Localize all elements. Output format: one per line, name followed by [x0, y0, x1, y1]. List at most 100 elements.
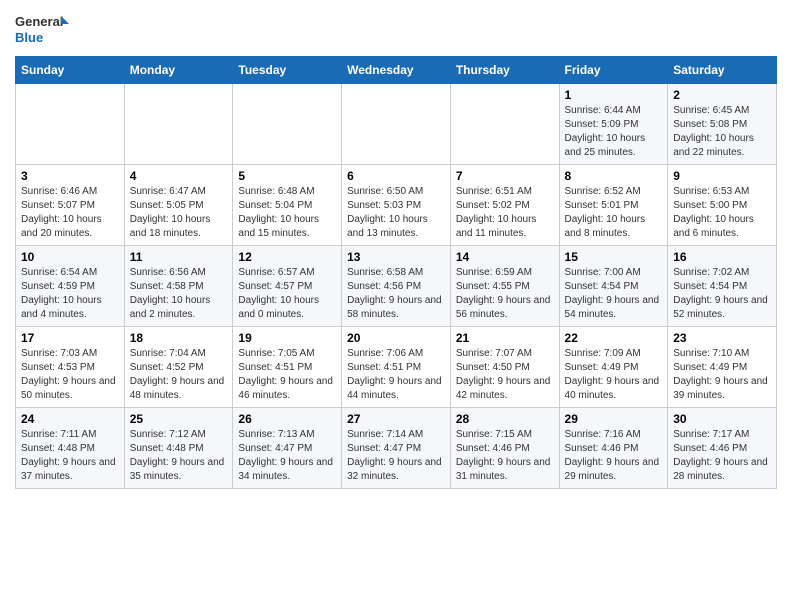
day-info: Sunrise: 6:46 AM Sunset: 5:07 PM Dayligh… — [21, 185, 119, 241]
day-info: Sunrise: 7:05 AM Sunset: 4:51 PM Dayligh… — [238, 347, 336, 403]
day-info: Sunrise: 7:10 AM Sunset: 4:49 PM Dayligh… — [673, 347, 771, 403]
svg-text:Blue: Blue — [15, 30, 43, 45]
calendar-cell — [233, 84, 342, 165]
day-info: Sunrise: 7:02 AM Sunset: 4:54 PM Dayligh… — [673, 266, 771, 322]
calendar-cell: 23 Sunrise: 7:10 AM Sunset: 4:49 PM Dayli… — [668, 327, 777, 408]
day-number: 21 — [456, 331, 554, 345]
calendar-cell: 20Sunrise: 7:06 AM Sunset: 4:51 PM Dayli… — [342, 327, 451, 408]
day-info: Sunrise: 7:11 AM Sunset: 4:48 PM Dayligh… — [21, 428, 119, 484]
day-info: Sunrise: 6:50 AM Sunset: 5:03 PM Dayligh… — [347, 185, 445, 241]
col-header-monday: Monday — [124, 57, 233, 84]
day-info: Sunrise: 6:45 AM Sunset: 5:08 PM Dayligh… — [673, 104, 771, 160]
calendar-cell: 14Sunrise: 6:59 AM Sunset: 4:55 PM Dayli… — [450, 246, 559, 327]
logo-svg: General Blue — [15, 10, 70, 48]
calendar-cell: 4 Sunrise: 6:47 AM Sunset: 5:05 PM Daylig… — [124, 165, 233, 246]
day-number: 30 — [673, 412, 771, 426]
calendar-cell: 1 Sunrise: 6:44 AM Sunset: 5:09 PM Daylig… — [559, 84, 668, 165]
day-info: Sunrise: 6:47 AM Sunset: 5:05 PM Dayligh… — [130, 185, 228, 241]
svg-text:General: General — [15, 14, 63, 29]
day-info: Sunrise: 7:00 AM Sunset: 4:54 PM Dayligh… — [565, 266, 663, 322]
day-number: 11 — [130, 250, 228, 264]
day-number: 27 — [347, 412, 445, 426]
day-number: 7 — [456, 169, 554, 183]
day-number: 23 — [673, 331, 771, 345]
col-header-wednesday: Wednesday — [342, 57, 451, 84]
calendar-cell: 5 Sunrise: 6:48 AM Sunset: 5:04 PM Daylig… — [233, 165, 342, 246]
logo: General Blue — [15, 10, 70, 48]
calendar-cell: 2Sunrise: 6:45 AM Sunset: 5:08 PM Daylig… — [668, 84, 777, 165]
calendar-cell: 6 Sunrise: 6:50 AM Sunset: 5:03 PM Daylig… — [342, 165, 451, 246]
calendar-cell: 25 Sunrise: 7:12 AM Sunset: 4:48 PM Dayli… — [124, 408, 233, 489]
day-number: 14 — [456, 250, 554, 264]
week-row-4: 17 Sunrise: 7:03 AM Sunset: 4:53 PM Dayli… — [16, 327, 777, 408]
calendar-cell — [450, 84, 559, 165]
col-header-tuesday: Tuesday — [233, 57, 342, 84]
calendar-cell: 15 Sunrise: 7:00 AM Sunset: 4:54 PM Dayli… — [559, 246, 668, 327]
col-header-sunday: Sunday — [16, 57, 125, 84]
calendar-cell: 28 Sunrise: 7:15 AM Sunset: 4:46 PM Dayli… — [450, 408, 559, 489]
calendar-cell: 10Sunrise: 6:54 AM Sunset: 4:59 PM Dayli… — [16, 246, 125, 327]
day-info: Sunrise: 7:15 AM Sunset: 4:46 PM Dayligh… — [456, 428, 554, 484]
calendar-cell: 13Sunrise: 6:58 AM Sunset: 4:56 PM Dayli… — [342, 246, 451, 327]
day-info: Sunrise: 6:56 AM Sunset: 4:58 PM Dayligh… — [130, 266, 228, 322]
calendar-cell: 11 Sunrise: 6:56 AM Sunset: 4:58 PM Dayli… — [124, 246, 233, 327]
day-number: 12 — [238, 250, 336, 264]
day-info: Sunrise: 6:54 AM Sunset: 4:59 PM Dayligh… — [21, 266, 119, 322]
day-number: 6 — [347, 169, 445, 183]
calendar-cell — [124, 84, 233, 165]
calendar-cell: 8Sunrise: 6:52 AM Sunset: 5:01 PM Daylig… — [559, 165, 668, 246]
day-number: 24 — [21, 412, 119, 426]
day-info: Sunrise: 6:48 AM Sunset: 5:04 PM Dayligh… — [238, 185, 336, 241]
day-number: 15 — [565, 250, 663, 264]
day-info: Sunrise: 7:06 AM Sunset: 4:51 PM Dayligh… — [347, 347, 445, 403]
day-number: 22 — [565, 331, 663, 345]
day-info: Sunrise: 6:57 AM Sunset: 4:57 PM Dayligh… — [238, 266, 336, 322]
calendar-table: SundayMondayTuesdayWednesdayThursdayFrid… — [15, 56, 777, 489]
calendar-cell: 26Sunrise: 7:13 AM Sunset: 4:47 PM Dayli… — [233, 408, 342, 489]
calendar-cell: 7 Sunrise: 6:51 AM Sunset: 5:02 PM Daylig… — [450, 165, 559, 246]
col-header-friday: Friday — [559, 57, 668, 84]
day-info: Sunrise: 7:16 AM Sunset: 4:46 PM Dayligh… — [565, 428, 663, 484]
calendar-cell: 17 Sunrise: 7:03 AM Sunset: 4:53 PM Dayli… — [16, 327, 125, 408]
col-header-thursday: Thursday — [450, 57, 559, 84]
day-info: Sunrise: 6:51 AM Sunset: 5:02 PM Dayligh… — [456, 185, 554, 241]
day-number: 1 — [565, 88, 663, 102]
week-row-2: 3 Sunrise: 6:46 AM Sunset: 5:07 PM Daylig… — [16, 165, 777, 246]
day-number: 4 — [130, 169, 228, 183]
calendar-cell: 18Sunrise: 7:04 AM Sunset: 4:52 PM Dayli… — [124, 327, 233, 408]
day-info: Sunrise: 7:09 AM Sunset: 4:49 PM Dayligh… — [565, 347, 663, 403]
day-number: 18 — [130, 331, 228, 345]
day-info: Sunrise: 7:17 AM Sunset: 4:46 PM Dayligh… — [673, 428, 771, 484]
day-number: 29 — [565, 412, 663, 426]
day-info: Sunrise: 7:13 AM Sunset: 4:47 PM Dayligh… — [238, 428, 336, 484]
week-row-5: 24 Sunrise: 7:11 AM Sunset: 4:48 PM Dayli… — [16, 408, 777, 489]
week-row-1: 1 Sunrise: 6:44 AM Sunset: 5:09 PM Daylig… — [16, 84, 777, 165]
calendar-cell: 19Sunrise: 7:05 AM Sunset: 4:51 PM Dayli… — [233, 327, 342, 408]
calendar-cell: 21Sunrise: 7:07 AM Sunset: 4:50 PM Dayli… — [450, 327, 559, 408]
page-header: General Blue — [15, 10, 777, 48]
day-number: 25 — [130, 412, 228, 426]
day-number: 3 — [21, 169, 119, 183]
calendar-cell: 9Sunrise: 6:53 AM Sunset: 5:00 PM Daylig… — [668, 165, 777, 246]
calendar-cell: 29 Sunrise: 7:16 AM Sunset: 4:46 PM Dayli… — [559, 408, 668, 489]
day-info: Sunrise: 6:53 AM Sunset: 5:00 PM Dayligh… — [673, 185, 771, 241]
calendar-cell: 12 Sunrise: 6:57 AM Sunset: 4:57 PM Dayli… — [233, 246, 342, 327]
day-info: Sunrise: 7:14 AM Sunset: 4:47 PM Dayligh… — [347, 428, 445, 484]
week-row-3: 10Sunrise: 6:54 AM Sunset: 4:59 PM Dayli… — [16, 246, 777, 327]
calendar-cell — [16, 84, 125, 165]
day-number: 16 — [673, 250, 771, 264]
calendar-cell: 16 Sunrise: 7:02 AM Sunset: 4:54 PM Dayli… — [668, 246, 777, 327]
day-number: 5 — [238, 169, 336, 183]
calendar-cell: 30 Sunrise: 7:17 AM Sunset: 4:46 PM Dayli… — [668, 408, 777, 489]
calendar-cell — [342, 84, 451, 165]
day-info: Sunrise: 6:52 AM Sunset: 5:01 PM Dayligh… — [565, 185, 663, 241]
day-number: 17 — [21, 331, 119, 345]
day-info: Sunrise: 7:03 AM Sunset: 4:53 PM Dayligh… — [21, 347, 119, 403]
day-number: 13 — [347, 250, 445, 264]
day-number: 28 — [456, 412, 554, 426]
calendar-cell: 24 Sunrise: 7:11 AM Sunset: 4:48 PM Dayli… — [16, 408, 125, 489]
day-info: Sunrise: 7:12 AM Sunset: 4:48 PM Dayligh… — [130, 428, 228, 484]
calendar-cell: 22 Sunrise: 7:09 AM Sunset: 4:49 PM Dayli… — [559, 327, 668, 408]
day-info: Sunrise: 6:44 AM Sunset: 5:09 PM Dayligh… — [565, 104, 663, 160]
col-header-saturday: Saturday — [668, 57, 777, 84]
